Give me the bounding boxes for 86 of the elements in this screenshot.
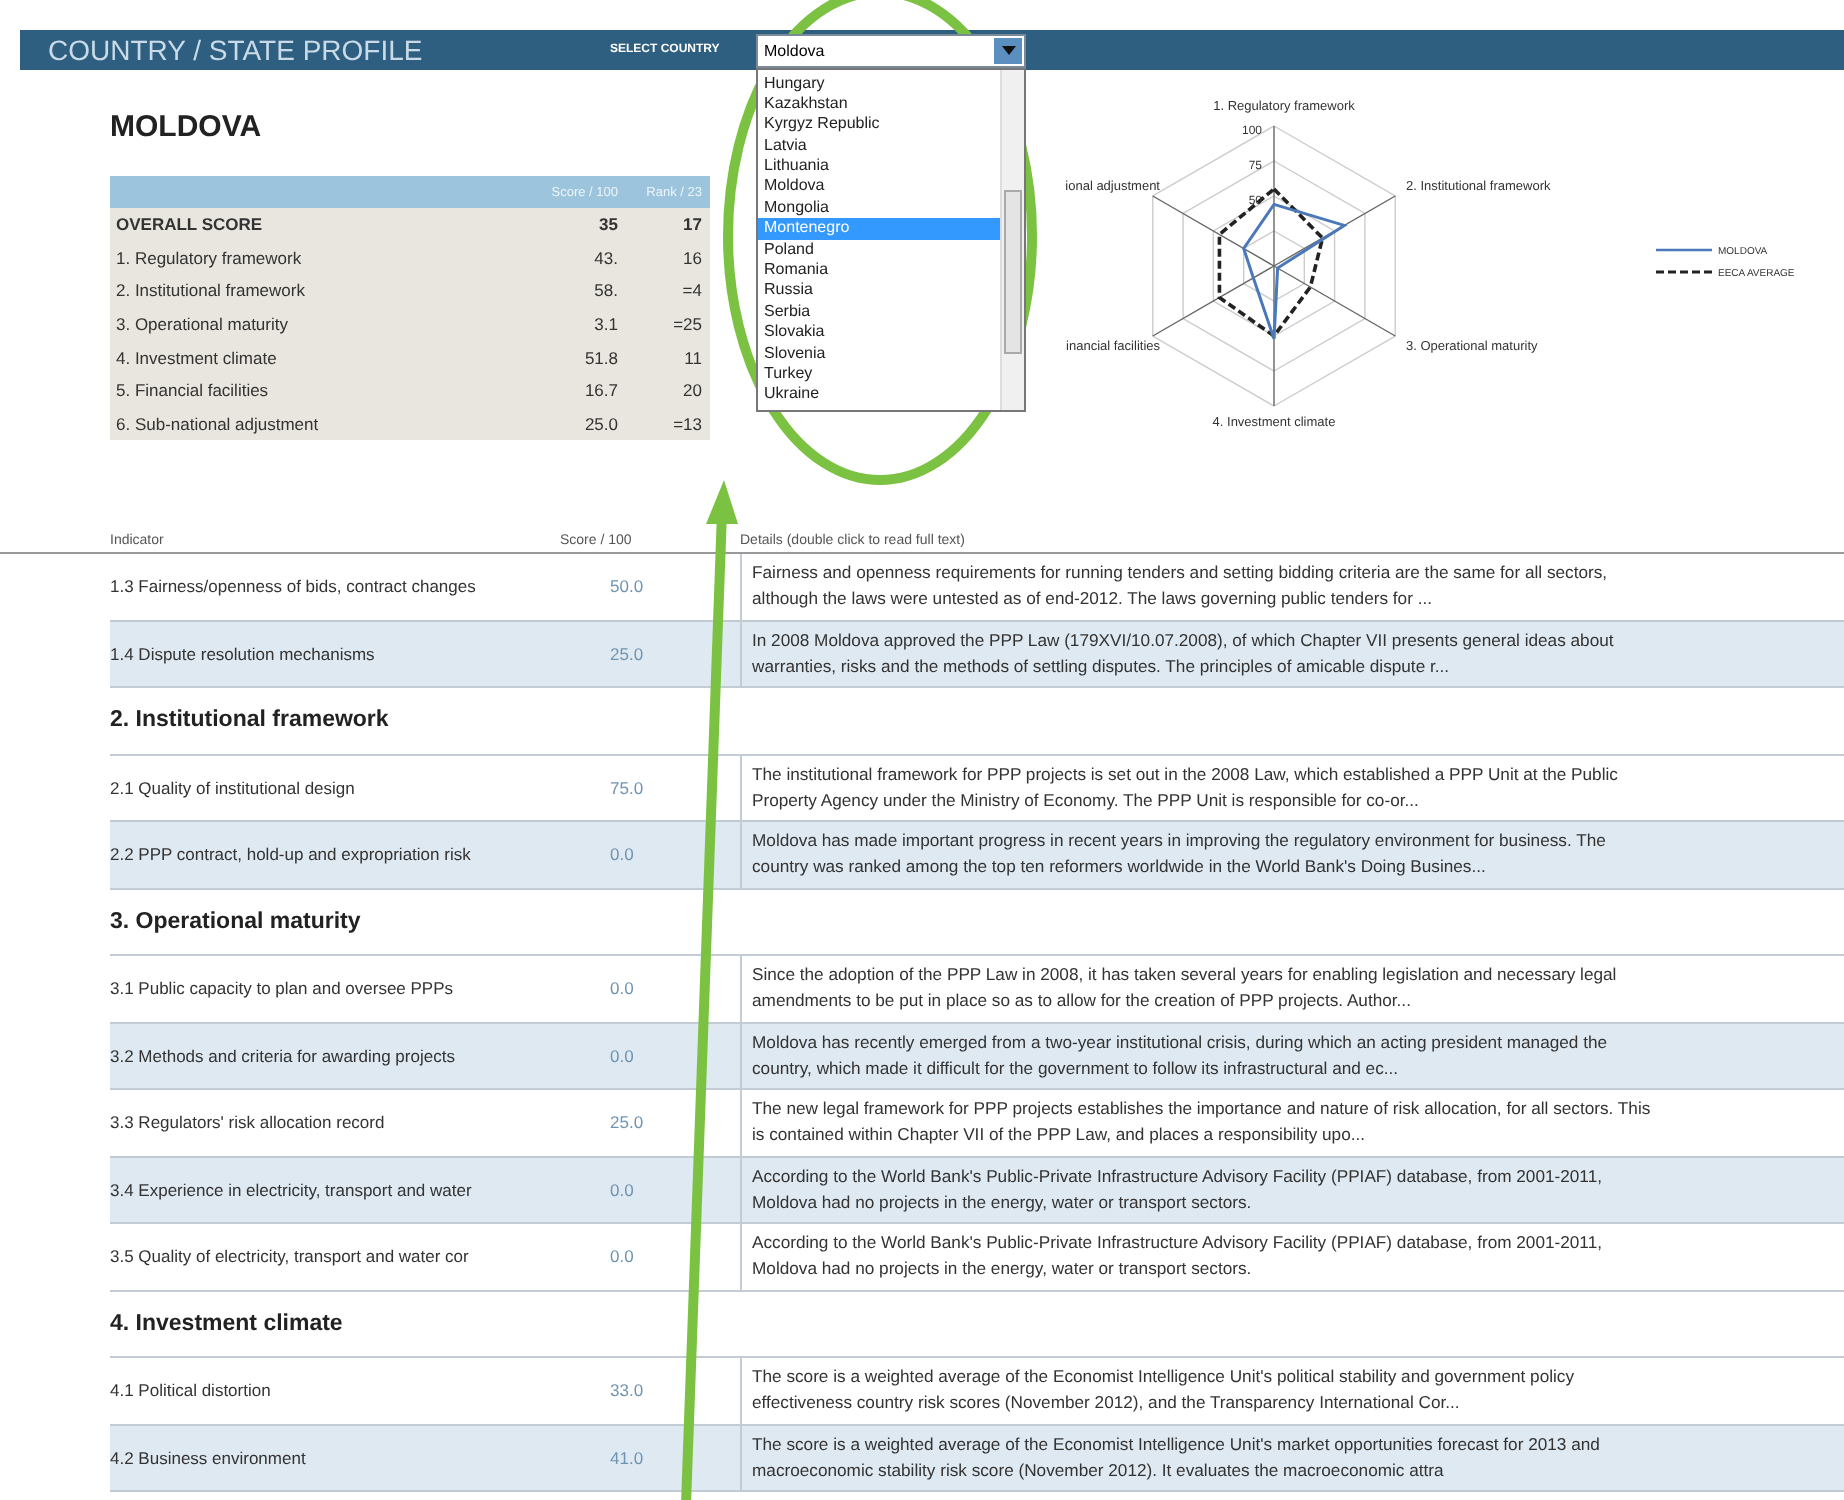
score-cell-text: 41.0 bbox=[608, 1447, 646, 1468]
details-text: Moldova has recently emerged from a two-year institutional crisis, during which an acting president managed the bbox=[752, 1029, 1610, 1056]
dropdown-option[interactable]: Russia bbox=[758, 280, 1000, 302]
score-cell-text: 75.0 bbox=[608, 777, 646, 798]
dropdown-option[interactable]: Latvia bbox=[758, 135, 1000, 157]
table-cell-text: OVERALL SCORE bbox=[116, 214, 265, 235]
dropdown-option[interactable]: Slovakia bbox=[758, 322, 1000, 344]
details-text: Moldova had no projects in the energy, water or transport sectors. bbox=[752, 1189, 1254, 1216]
dropdown-option[interactable]: Serbia bbox=[758, 301, 1000, 323]
table-cell-text: 3. Operational maturity bbox=[116, 314, 290, 335]
score-cell-text: 33.0 bbox=[608, 1380, 646, 1401]
details-text: According to the World Bank's Public-Private Infrastructure Advisory Facility (PPIAF) database, from 2001-2011, bbox=[752, 1163, 1604, 1190]
indicator-cell-text: 3.5 Quality of electricity, transport and water cor bbox=[110, 1246, 471, 1267]
score-cell-text: 0.0 bbox=[608, 978, 636, 999]
indicator-cell-text: 3.2 Methods and criteria for awarding projects bbox=[110, 1045, 457, 1066]
table-cell-text: 4. Investment climate bbox=[116, 347, 279, 368]
details-text: In 2008 Moldova approved the PPP Law (179XVI/10.07.2008), of which Chapter VII presents general ideas about bbox=[752, 627, 1616, 654]
dropdown-option[interactable]: Turkey bbox=[758, 363, 1000, 385]
details-text: The score is a weighted average of the Economist Intelligence Unit's market opportunities forecast for 2013 and bbox=[752, 1431, 1602, 1458]
score-cell-text: 0.0 bbox=[608, 1045, 636, 1066]
dropdown-option[interactable]: Slovenia bbox=[758, 343, 1000, 364]
score-cell-text: 25.0 bbox=[608, 1112, 646, 1133]
legend-line bbox=[1656, 248, 1712, 252]
score-cell-text: 0.0 bbox=[608, 1179, 636, 1200]
table-cell-text: 16.7 bbox=[582, 380, 620, 401]
table-cell-text: 3.1 bbox=[592, 314, 620, 335]
indicator-cell-text: 4.1 Political distortion bbox=[110, 1380, 273, 1401]
indicator-cell-text: 2.2 PPP contract, hold-up and expropriation risk bbox=[110, 844, 473, 865]
dropdown-option[interactable]: Poland bbox=[758, 239, 1000, 261]
details-text: The new legal framework for PPP projects establishes the importance and nature of risk allocation, for all sectors. This bbox=[752, 1096, 1653, 1123]
score-cell-text: 0.0 bbox=[608, 1246, 636, 1267]
table-cell-text: 35 bbox=[597, 214, 620, 235]
table-cell-text: 1. Regulatory framework bbox=[116, 247, 304, 268]
indicator-cell-text: 2.1 Quality of institutional design bbox=[110, 777, 357, 798]
table-cell-text: 51.8 bbox=[582, 347, 620, 368]
score-cell-text: 0.0 bbox=[608, 844, 636, 865]
details-text: macroeconomic stability risk score (November 2012). It evaluates the macroeconomic attra bbox=[752, 1457, 1446, 1484]
indicator-cell-text: 3.1 Public capacity to plan and oversee PPPs bbox=[110, 978, 456, 999]
indicator-cell-text: 3.3 Regulators' risk allocation record bbox=[110, 1112, 387, 1133]
dropdown-option[interactable]: Kazakhstan bbox=[758, 93, 1000, 115]
country-title: MOLDOVA bbox=[110, 110, 264, 148]
table-cell-text: 58. bbox=[592, 280, 620, 301]
indicator-cell-text: 1.3 Fairness/openness of bids, contract changes bbox=[110, 576, 478, 597]
dropdown-option[interactable]: Ukraine bbox=[758, 384, 1000, 406]
details-text: Fairness and openness requirements for running tenders and setting bidding criteria are the same for all sectors, bbox=[752, 560, 1610, 587]
country-outline bbox=[1242, 202, 1348, 341]
details-text: is contained within Chapter VII of the PPP Law, and places a responsibility upo... bbox=[752, 1122, 1368, 1149]
table-cell-text: =13 bbox=[671, 413, 704, 434]
details-text: Property Agency under the Ministry of Economy. The PPP Unit is responsible for co-or... bbox=[752, 787, 1421, 814]
details-text: amendments to be put in place so as to allow for the creation of PPP projects. Author... bbox=[752, 988, 1413, 1015]
score-cell-text: 25.0 bbox=[608, 643, 646, 664]
details-text: Moldova had no projects in the energy, water or transport sectors. bbox=[752, 1256, 1254, 1283]
dropdown-option[interactable]: Kyrgyz Republic bbox=[758, 114, 1000, 136]
dropdown-option[interactable]: Lithuania bbox=[758, 156, 1000, 177]
details-text: The institutional framework for PPP projects is set out in the 2008 Law, which established a PPP Unit at the Public bbox=[752, 761, 1620, 788]
table-cell-text: 17 bbox=[681, 214, 704, 235]
table-cell-text: =4 bbox=[680, 280, 704, 301]
indicator-cell-text: 3.4 Experience in electricity, transport and water bbox=[110, 1179, 474, 1200]
details-text: Moldova has made important progress in recent years in improving the regulatory environment for business. The bbox=[752, 828, 1608, 855]
indicator-cell-text: 4.2 Business environment bbox=[110, 1447, 308, 1468]
details-text: warranties, risks and the methods of settling disputes. The principles of amicable dispute r... bbox=[752, 653, 1452, 680]
details-text: According to the World Bank's Public-Private Infrastructure Advisory Facility (PPIAF) database, from 2001-2011, bbox=[752, 1230, 1604, 1257]
details-text: country, which made it difficult for the government to follow its infrastructural and ec... bbox=[752, 1055, 1401, 1082]
score-cell-text: 50.0 bbox=[608, 576, 646, 597]
details-text: although the laws were untested as of end-2012. The laws governing public tenders for ... bbox=[752, 586, 1434, 613]
table-cell-text: 5. Financial facilities bbox=[116, 380, 271, 401]
dropdown-option[interactable]: Romania bbox=[758, 260, 1000, 281]
table-cell-text: 11 bbox=[682, 347, 704, 368]
table-cell-text: 20 bbox=[681, 380, 704, 401]
table-cell-text: 25.0 bbox=[582, 413, 620, 434]
dropdown-option[interactable]: Hungary bbox=[758, 73, 1000, 94]
country-select[interactable]: Moldova bbox=[756, 33, 1026, 67]
table-cell-text: 16 bbox=[681, 247, 704, 268]
indicator-cell-text: 1.4 Dispute resolution mechanisms bbox=[110, 643, 377, 664]
details-text: effectiveness country risk scores (November 2012), and the Transparency International Cor... bbox=[752, 1390, 1462, 1417]
table-cell-text: 43. bbox=[592, 247, 620, 268]
table-cell-text: =25 bbox=[671, 314, 704, 335]
details-text: The score is a weighted average of the Economist Intelligence Unit's political stability and government policy bbox=[752, 1364, 1577, 1391]
page-title: COUNTRY / STATE PROFILE bbox=[46, 34, 425, 66]
legend-line bbox=[1656, 270, 1712, 274]
details-text: Since the adoption of the PPP Law in 2008, it has taken several years for enabling legislation and necessary legal bbox=[752, 962, 1619, 989]
table-cell-text: 2. Institutional framework bbox=[116, 280, 307, 301]
table-cell-text: 6. Sub-national adjustment bbox=[116, 413, 321, 434]
details-text: country was ranked among the top ten reformers worldwide in the World Bank's Doing Busines... bbox=[752, 854, 1488, 881]
dropdown-option[interactable]: Mongolia bbox=[758, 197, 1000, 219]
dropdown-option[interactable]: Moldova bbox=[758, 176, 1000, 198]
